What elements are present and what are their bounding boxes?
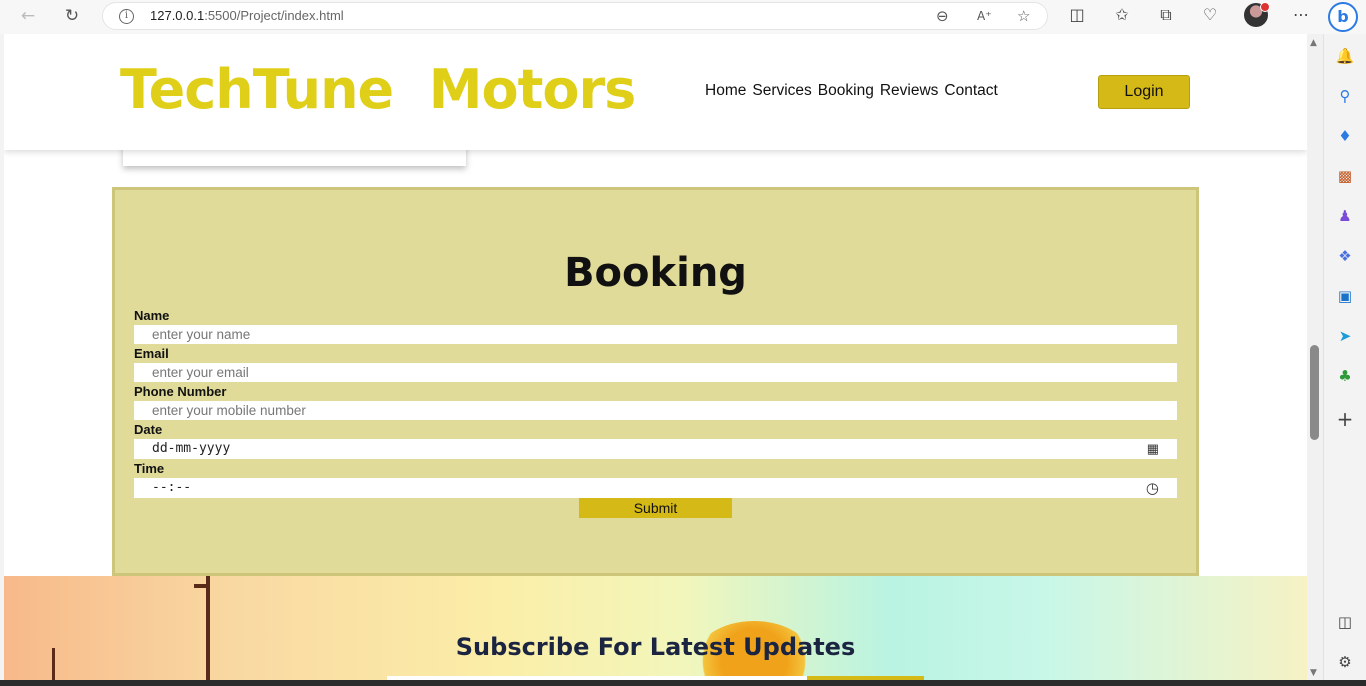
- page-scrollbar[interactable]: ▲ ▼: [1307, 34, 1323, 680]
- scroll-down-icon[interactable]: ▼: [1310, 668, 1317, 678]
- bell-icon[interactable]: 🔔: [1335, 46, 1355, 66]
- shopping-tag-icon[interactable]: ♦: [1335, 126, 1355, 146]
- send-icon[interactable]: ➤: [1335, 326, 1355, 346]
- search-icon[interactable]: ⚲: [1335, 86, 1355, 106]
- performance-icon[interactable]: ♡: [1199, 5, 1221, 24]
- split-screen-icon[interactable]: ◫: [1066, 5, 1088, 24]
- favorites-icon[interactable]: ✩: [1111, 5, 1133, 24]
- phone-placeholder: enter your mobile number: [152, 403, 306, 418]
- name-field[interactable]: enter your name: [134, 325, 1177, 344]
- page-viewport: TechTune Motors Home Services Booking Re…: [4, 34, 1307, 680]
- phone-label: Phone Number: [134, 384, 227, 399]
- nav-booking[interactable]: Booking: [818, 82, 874, 100]
- sidebar-toggle-icon[interactable]: ◫: [1335, 612, 1355, 632]
- more-icon[interactable]: ⋯: [1290, 5, 1312, 24]
- games-icon[interactable]: ♟: [1335, 206, 1355, 226]
- name-placeholder: enter your name: [152, 327, 251, 342]
- nav-services[interactable]: Services: [752, 82, 811, 100]
- add-icon[interactable]: +: [1335, 409, 1355, 429]
- time-field[interactable]: --:-- ◷: [134, 478, 1177, 498]
- url-text[interactable]: 127.0.0.1:5500/Project/index.html: [150, 8, 344, 23]
- taskbar-edge: [0, 680, 1366, 686]
- info-icon[interactable]: i: [119, 9, 134, 24]
- calendar-icon[interactable]: ▦: [1147, 441, 1159, 457]
- microsoft365-icon[interactable]: ❖: [1335, 246, 1355, 266]
- clock-icon[interactable]: ◷: [1146, 479, 1159, 497]
- scroll-thumb[interactable]: [1310, 345, 1319, 440]
- browser-toolbar: ← ↻ i 127.0.0.1:5500/Project/index.html …: [0, 0, 1366, 34]
- email-label: Email: [134, 346, 169, 361]
- scroll-up-icon[interactable]: ▲: [1310, 38, 1317, 48]
- booking-section: Booking Name enter your name Email enter…: [112, 187, 1199, 576]
- collections-icon[interactable]: ⧉: [1155, 5, 1177, 25]
- nav-home[interactable]: Home: [705, 82, 746, 100]
- subscribe-title: Subscribe For Latest Updates: [455, 633, 856, 661]
- address-bar[interactable]: i 127.0.0.1:5500/Project/index.html ⊖ A⁺…: [102, 2, 1048, 30]
- tree-icon[interactable]: ♣: [1335, 366, 1355, 386]
- outlook-icon[interactable]: ▣: [1335, 286, 1355, 306]
- name-label: Name: [134, 308, 170, 323]
- read-aloud-icon[interactable]: A⁺: [977, 9, 992, 23]
- main-nav: Home Services Booking Reviews Contact: [705, 82, 998, 100]
- nav-reviews[interactable]: Reviews: [880, 82, 939, 100]
- subscribe-banner: Subscribe For Latest Updates: [4, 576, 1307, 680]
- settings-icon[interactable]: ⚙: [1335, 652, 1355, 672]
- favorite-star-icon[interactable]: ☆: [1017, 7, 1030, 25]
- date-field[interactable]: dd-mm-yyyy ▦: [134, 439, 1177, 459]
- time-label: Time: [134, 461, 165, 476]
- time-value: --:--: [152, 480, 192, 495]
- profile-avatar[interactable]: [1244, 2, 1270, 27]
- copilot-icon[interactable]: b: [1328, 2, 1358, 32]
- site-header: TechTune Motors Home Services Booking Re…: [4, 34, 1307, 150]
- phone-field[interactable]: enter your mobile number: [134, 401, 1177, 420]
- zoom-out-icon[interactable]: ⊖: [936, 7, 949, 25]
- date-value: dd-mm-yyyy: [152, 441, 231, 456]
- pole-decoration: [206, 576, 210, 680]
- back-icon[interactable]: ←: [15, 5, 41, 27]
- reload-icon[interactable]: ↻: [59, 5, 85, 27]
- edge-sidebar: 🔔 ⚲ ♦ ▩ ♟ ❖ ▣ ➤ ♣ + ◫ ⚙: [1323, 34, 1366, 686]
- toolbox-icon[interactable]: ▩: [1335, 166, 1355, 186]
- login-button[interactable]: Login: [1098, 75, 1190, 109]
- date-label: Date: [134, 422, 163, 437]
- email-placeholder: enter your email: [152, 365, 249, 380]
- submit-button[interactable]: Submit: [579, 498, 732, 518]
- pole-decoration: [194, 584, 208, 588]
- email-field[interactable]: enter your email: [134, 363, 1177, 382]
- nav-contact[interactable]: Contact: [944, 82, 997, 100]
- booking-title: Booking: [564, 250, 747, 296]
- site-logo[interactable]: TechTune Motors: [120, 58, 636, 121]
